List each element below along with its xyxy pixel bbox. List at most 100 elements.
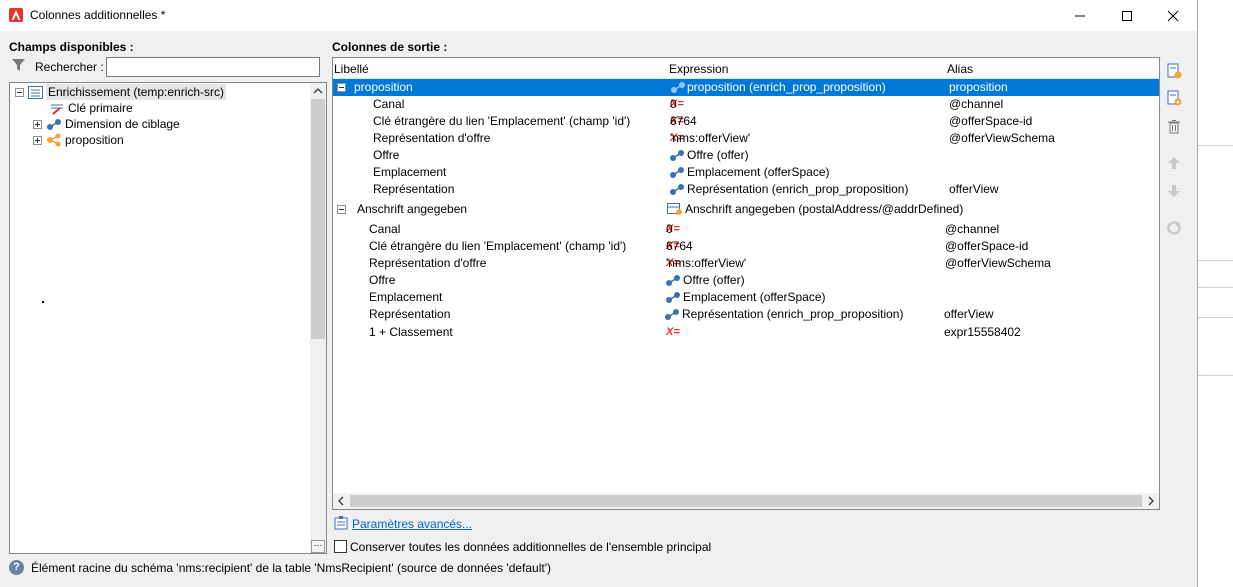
table-row[interactable]: proposition proposition (enrich_prop_pro… [333, 79, 1159, 96]
advanced-settings-link[interactable]: Paramètres avancés... [352, 517, 472, 531]
row-expression: 0 [666, 222, 673, 236]
cursor-dot [42, 301, 44, 303]
row-label: Anschrift angegeben [357, 202, 468, 216]
advanced-settings-icon [334, 516, 348, 530]
tree-item-targeting-dimension[interactable]: Dimension de ciblage [33, 116, 180, 132]
background-line [1198, 317, 1233, 318]
close-button[interactable] [1150, 0, 1196, 31]
maximize-button[interactable] [1104, 0, 1150, 31]
table-row[interactable]: Emplacement Emplacement (offerSpace) [333, 289, 1159, 306]
add-expression-icon [1167, 90, 1182, 106]
move-down-icon [1168, 185, 1180, 197]
search-input[interactable] [106, 57, 320, 77]
row-label: Emplacement [369, 290, 443, 304]
tree-item-proposition[interactable]: proposition [33, 132, 124, 148]
link-icon [671, 82, 685, 93]
output-columns-grid[interactable]: Libellé Expression Alias proposition pro… [332, 57, 1160, 510]
link-icon [670, 150, 684, 161]
tree-vertical-scrollbar[interactable] [310, 83, 326, 553]
expand-toggle-icon[interactable] [33, 135, 42, 145]
title-bar: Colonnes additionnelles * [0, 0, 1197, 31]
collapse-toggle-icon[interactable] [15, 87, 24, 97]
refresh-button[interactable] [1165, 219, 1183, 237]
minimize-icon [1075, 15, 1085, 16]
tree-item-label: Dimension de ciblage [65, 117, 180, 131]
filter-icon[interactable] [12, 59, 25, 72]
row-label: Représentation [373, 182, 455, 196]
available-fields-header: Champs disponibles : [9, 40, 134, 54]
table-row[interactable]: Canal X= 0 @channel [333, 96, 1159, 113]
add-expression-button[interactable] [1165, 89, 1183, 107]
search-label: Rechercher : [35, 60, 104, 74]
row-alias: @channel [949, 97, 1004, 111]
table-row[interactable]: Offre Offre (offer) [333, 147, 1159, 164]
row-alias: proposition [949, 80, 1008, 94]
minimize-button[interactable] [1057, 0, 1103, 31]
table-row[interactable]: Représentation d'offre X='nms:offerView'… [333, 255, 1159, 272]
delete-button[interactable] [1165, 118, 1183, 136]
row-alias: @offerSpace-id [945, 239, 1029, 253]
tree-item-primary-key[interactable]: Clé primaire [50, 100, 133, 116]
table-row[interactable]: Offre Offre (offer) [333, 272, 1159, 289]
scroll-thumb[interactable] [350, 495, 1142, 507]
tree-item-label: proposition [65, 133, 124, 147]
row-label: Clé étrangère du lien 'Emplacement' (cha… [373, 114, 631, 128]
row-alias: offerView [944, 307, 994, 321]
column-header-expression[interactable]: Expression [669, 62, 728, 76]
row-label: proposition [354, 80, 413, 94]
column-header-alias[interactable]: Alias [947, 62, 973, 76]
scroll-left-icon[interactable] [337, 496, 345, 506]
add-column-button[interactable] [1165, 62, 1183, 80]
table-row[interactable]: Représentation Représentation (enrich_pr… [333, 306, 1159, 323]
row-label: Représentation [369, 307, 451, 321]
move-up-button[interactable] [1165, 154, 1183, 172]
row-expression: Emplacement (offerSpace) [687, 165, 830, 179]
dialog-window: Colonnes additionnelles * Champs disponi… [0, 0, 1198, 587]
table-row[interactable]: Anschrift angegeben Anschrift angegeben … [333, 201, 1159, 218]
collapse-toggle-icon[interactable] [337, 83, 346, 92]
collapse-toggle-icon[interactable] [337, 205, 346, 214]
table-row[interactable]: Clé étrangère du lien 'Emplacement' (cha… [333, 113, 1159, 130]
table-row[interactable]: Clé étrangère du lien 'Emplacement' (cha… [333, 238, 1159, 255]
row-expression: Offre (offer) [683, 273, 745, 287]
available-fields-tree[interactable]: Enrichissement (temp:enrich-src) Clé pri… [9, 82, 327, 554]
expand-toggle-icon[interactable] [33, 119, 42, 129]
row-expression: 0 [670, 97, 677, 111]
row-expression: 'nms:offerView' [666, 256, 747, 270]
scroll-up-icon[interactable] [313, 87, 323, 94]
column-header-label[interactable]: Libellé [334, 62, 369, 76]
row-label: 1 + Classement [369, 325, 453, 339]
tree-item-label: Clé primaire [68, 101, 133, 115]
keep-data-label: Conserver toutes les données additionnel… [350, 540, 712, 554]
table-row[interactable]: Représentation Représentation (enrich_pr… [333, 181, 1159, 198]
tree-item-enrichissement[interactable]: Enrichissement (temp:enrich-src) [15, 84, 227, 100]
more-options-button[interactable]: ··· [311, 540, 325, 553]
row-expression: Représentation (enrich_prop_proposition) [682, 307, 904, 321]
row-label: Offre [369, 273, 396, 287]
background-line [1198, 287, 1233, 288]
table-row[interactable]: Canal X= 0 @channel [333, 221, 1159, 238]
table-row[interactable]: Représentation d'offre X='nms:offerView'… [333, 130, 1159, 147]
keep-data-checkbox[interactable] [334, 540, 347, 553]
row-expression: 6764 [670, 114, 697, 128]
tree-item-label: Enrichissement (temp:enrich-src) [46, 84, 227, 100]
link-icon [47, 118, 61, 130]
add-column-icon [1167, 63, 1182, 79]
grid-horizontal-scrollbar[interactable] [333, 493, 1159, 509]
scroll-right-icon[interactable] [1147, 496, 1155, 506]
row-expression: Anschrift angegeben (postalAddress/@addr… [685, 202, 964, 216]
table-row[interactable]: 1 + Classement X= expr15558402 [333, 324, 1159, 341]
table-row[interactable]: Emplacement Emplacement (offerSpace) [333, 164, 1159, 181]
row-alias: offerView [949, 182, 999, 196]
status-text: Élément racine du schéma 'nms:recipient'… [31, 561, 552, 575]
move-down-button[interactable] [1165, 182, 1183, 200]
row-label: Offre [373, 148, 400, 162]
link-icon [666, 275, 680, 286]
close-icon [1167, 10, 1179, 21]
scroll-thumb[interactable] [311, 99, 325, 339]
row-label: Canal [373, 97, 405, 111]
background-line [1198, 375, 1233, 376]
row-label: Représentation d'offre [373, 131, 491, 145]
window-title: Colonnes additionnelles * [30, 8, 166, 22]
row-alias: @offerViewSchema [949, 131, 1055, 145]
